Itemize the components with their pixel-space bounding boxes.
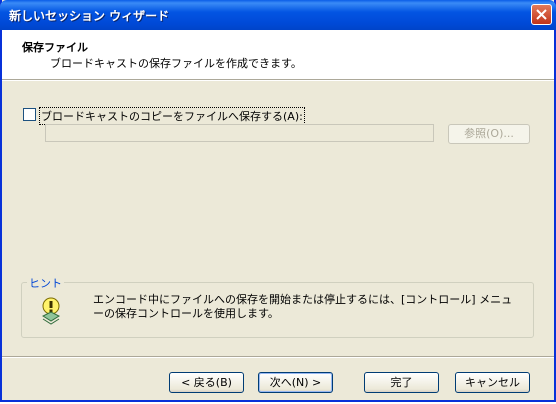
next-button[interactable]: 次へ(N) > — [258, 372, 333, 393]
browse-button[interactable]: 参照(O)... — [448, 124, 530, 144]
cancel-button[interactable]: キャンセル — [455, 372, 530, 393]
close-icon — [536, 9, 547, 20]
footer-divider — [2, 356, 554, 358]
wizard-window: 新しいセッション ウィザード 保存ファイル ブロードキャストの保存ファイルを作成… — [0, 0, 556, 402]
title-bar[interactable]: 新しいセッション ウィザード — [0, 0, 556, 30]
finish-button[interactable]: 完了 — [364, 372, 439, 393]
save-copy-checkbox[interactable] — [23, 108, 36, 121]
hint-legend: ヒント — [27, 275, 64, 291]
save-copy-label[interactable]: ブロードキャストのコピーをファイルへ保存する(A): — [39, 107, 305, 125]
close-button[interactable] — [531, 4, 552, 25]
save-path-input[interactable] — [45, 124, 434, 142]
hint-text: エンコード中にファイルへの保存を開始または停止するには、[コントロール] メニュ… — [93, 293, 513, 320]
window-title: 新しいセッション ウィザード — [9, 9, 170, 23]
page-subtitle: ブロードキャストの保存ファイルを作成できます。 — [50, 57, 302, 70]
lightbulb-icon — [40, 297, 62, 328]
header-divider — [2, 79, 554, 81]
page-title: 保存ファイル — [22, 41, 88, 54]
wizard-header: 保存ファイル ブロードキャストの保存ファイルを作成できます。 — [2, 30, 554, 79]
back-button[interactable]: < 戻る(B) — [169, 372, 244, 393]
